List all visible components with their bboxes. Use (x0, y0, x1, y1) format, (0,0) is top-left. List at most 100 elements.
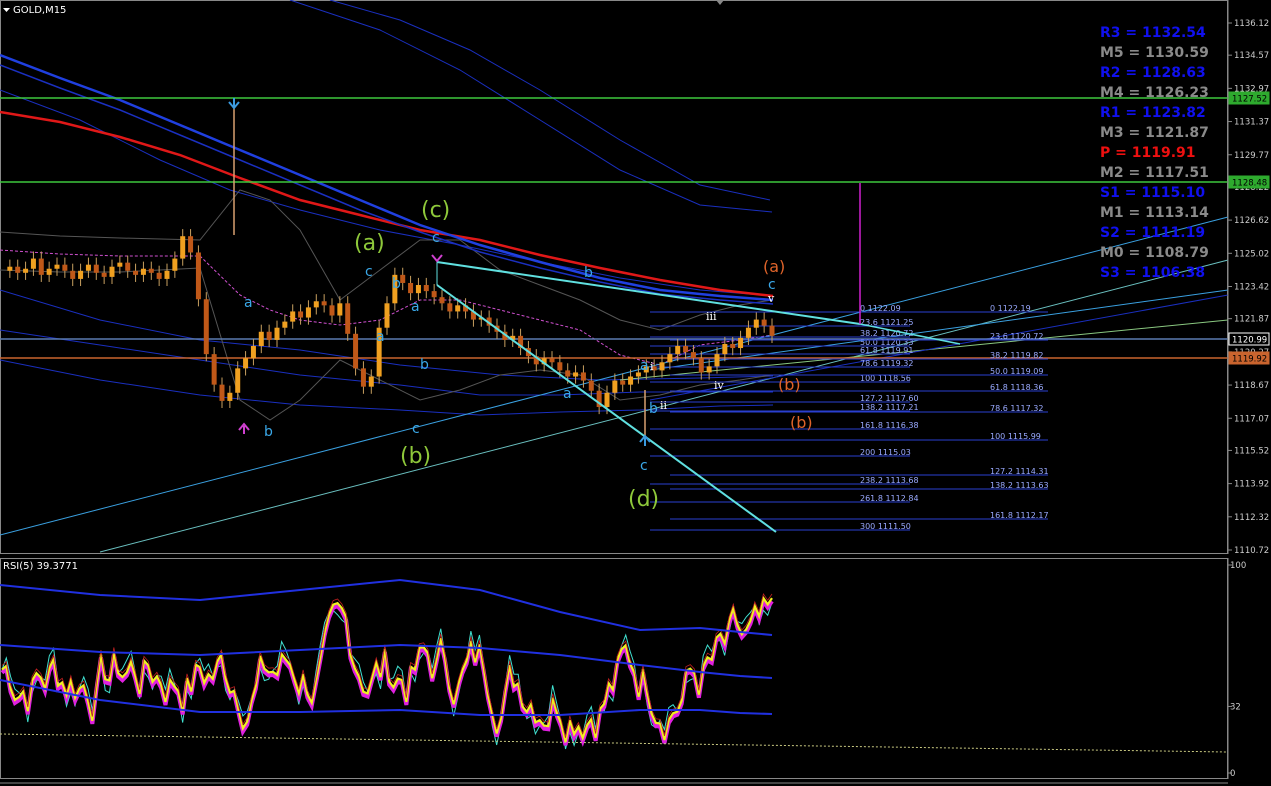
candle-body (38, 258, 44, 275)
price-badge-label: 1128.48 (1232, 179, 1267, 189)
candle-body (148, 268, 154, 273)
wave-label: c (412, 421, 420, 437)
pivot-level-label: M3 = 1121.87 (1100, 125, 1209, 141)
candle-body (156, 272, 162, 279)
candle-body (360, 368, 366, 387)
candle-body (557, 362, 563, 371)
candle-body (290, 311, 296, 322)
wave-label-big: (d) (628, 487, 659, 512)
wave-label: b (264, 424, 273, 440)
fib-level-label: 238.2 1113.68 (860, 476, 919, 485)
fib-level-label: 78.6 1119.32 (860, 359, 913, 368)
candle-body (7, 266, 13, 271)
candle-body (15, 266, 21, 273)
candle-body (431, 291, 437, 298)
candle-body (195, 252, 201, 300)
candle-body (46, 268, 52, 275)
candle-body (714, 354, 720, 367)
fib-level-label: 38.2 1119.82 (990, 351, 1043, 360)
wave-label: v (767, 292, 775, 305)
fib-level-label: 61.8 1119.91 (860, 346, 913, 355)
candle-body (730, 343, 736, 349)
pivot-level-label: R1 = 1123.82 (1100, 105, 1206, 121)
wave-label: i (650, 360, 654, 373)
candle-body (219, 384, 225, 401)
candle-body (753, 319, 759, 328)
candle-body (85, 264, 91, 271)
price-tick-label: 1129.77 (1234, 151, 1269, 161)
wave-label: a (376, 329, 385, 345)
price-tick-label: 1125.02 (1234, 249, 1269, 259)
candle-body (667, 354, 673, 363)
wave-label: iv (714, 379, 725, 392)
candle-body (337, 303, 343, 316)
candle-body (423, 285, 429, 292)
chart-canvas: 0 1122.0923.6 1121.2538.2 1120.7250.0 11… (0, 0, 1271, 786)
fib-level-label: 261.8 1112.84 (860, 494, 919, 503)
candle-body (722, 343, 728, 355)
price-tick-label: 1113.92 (1234, 480, 1269, 490)
pivot-level-label: R3 = 1132.54 (1100, 25, 1206, 41)
candle-body (227, 392, 233, 401)
candle-body (683, 346, 689, 353)
candle-body (769, 325, 775, 336)
wave-label: a (411, 299, 420, 315)
wave-label-orange: (b) (778, 375, 801, 394)
fib-level-label: 78.6 1117.32 (990, 404, 1043, 413)
fib-level-label: 100 1115.99 (990, 432, 1041, 441)
fib-level-label: 61.8 1118.36 (990, 383, 1043, 392)
candle-body (172, 258, 178, 271)
pivot-level-label: S2 = 1111.19 (1100, 225, 1205, 241)
candle-body (549, 358, 555, 363)
wave-label: a (244, 295, 253, 311)
candle-body (282, 321, 288, 328)
candle-body (580, 372, 586, 381)
candle-body (70, 270, 76, 279)
price-tick-label: 1112.32 (1234, 513, 1269, 523)
candle-body (125, 262, 131, 271)
candle-body (266, 331, 272, 340)
price-tick-label: 1131.37 (1234, 118, 1269, 128)
candle-body (612, 380, 618, 393)
wave-label: b (392, 276, 401, 292)
pivot-level-label: R2 = 1128.63 (1100, 65, 1206, 81)
candle-body (305, 307, 311, 318)
wave-label: a (563, 386, 572, 402)
wave-label: b (649, 401, 658, 417)
fib-level-label: 127.2 1114.31 (990, 467, 1049, 476)
wave-label: c (365, 264, 373, 280)
wave-label-big: (c) (421, 198, 450, 223)
candle-body (140, 268, 146, 275)
price-badge-label: 1119.92 (1232, 355, 1267, 365)
candle-body (706, 366, 712, 373)
candle-body (133, 270, 139, 275)
price-tick-label: 1110.72 (1234, 546, 1269, 556)
candle-body (54, 264, 60, 269)
candle-body (329, 305, 335, 316)
wave-label: c (432, 230, 440, 246)
wave-label-big: (a) (354, 231, 385, 256)
candle-body (180, 236, 186, 259)
candle-body (353, 333, 359, 369)
candle-body (164, 270, 170, 279)
wave-label: b (420, 357, 429, 373)
pivot-level-label: M2 = 1117.51 (1100, 165, 1209, 181)
pivot-level-label: M4 = 1126.23 (1100, 85, 1209, 101)
candle-body (78, 270, 84, 279)
candle-body (321, 301, 327, 306)
wave-label: c (640, 458, 648, 474)
candle-body (250, 346, 256, 359)
fib-level-label: 161.8 1116.38 (860, 421, 919, 430)
pivot-level-label: S1 = 1115.10 (1100, 185, 1205, 201)
candle-body (235, 368, 241, 393)
rsi-tick-label: 0 (1230, 769, 1235, 779)
candle-body (573, 372, 579, 377)
pivot-level-label: P = 1119.91 (1100, 145, 1196, 161)
candle-body (620, 380, 626, 385)
wave-label-big: (b) (400, 444, 431, 469)
candle-body (345, 303, 351, 334)
fib-level-label: 138.2 1117.21 (860, 403, 919, 412)
wave-label: b (584, 265, 593, 281)
candle-body (439, 297, 445, 304)
wave-label: iii (706, 310, 717, 323)
